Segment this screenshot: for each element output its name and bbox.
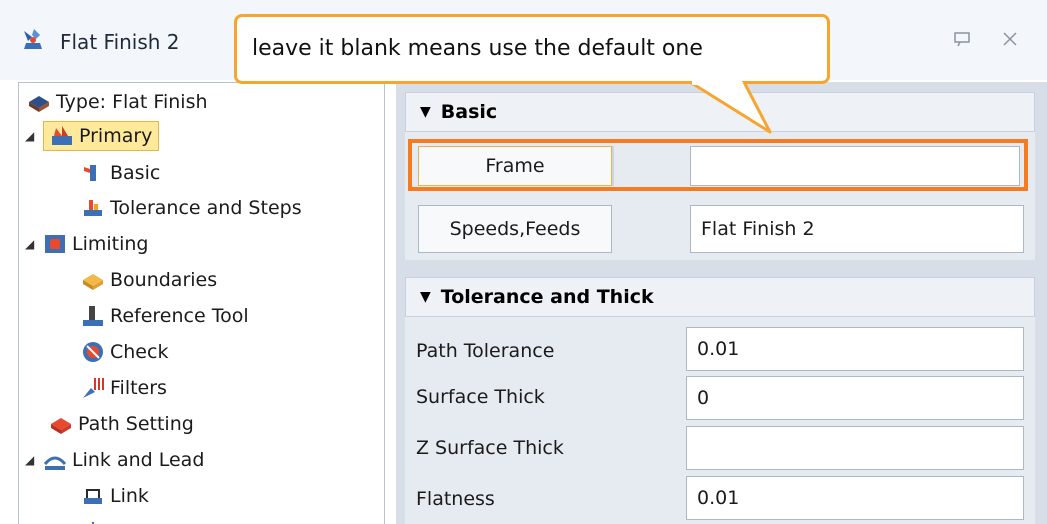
z-surface-thick-field[interactable] <box>686 426 1024 470</box>
tree-item-limiting[interactable]: ◢ Limiting <box>25 227 148 261</box>
tree-item-label: Link <box>110 485 149 507</box>
filters-icon <box>81 376 105 400</box>
tree-item-basic[interactable]: Basic <box>81 156 160 190</box>
tree-item-reference-tool[interactable]: Reference Tool <box>81 299 249 333</box>
z-surface-thick-label: Z Surface Thick <box>416 437 564 459</box>
path-tolerance-label: Path Tolerance <box>416 340 555 362</box>
flatness-label: Flatness <box>416 488 495 510</box>
tree-item-path-setting[interactable]: Path Setting <box>49 407 194 441</box>
operation-tree: Type: Flat Finish ◢ Primary Basic Tolera… <box>18 82 385 524</box>
tree-item-check[interactable]: Check <box>81 335 168 369</box>
section-title: Basic <box>440 101 498 123</box>
surface-thick-field[interactable]: 0 <box>686 376 1024 420</box>
tree-item-link[interactable]: Link <box>81 479 149 513</box>
tree-item-label: Path Setting <box>78 413 194 435</box>
flatness-value: 0.01 <box>697 487 740 509</box>
primary-icon <box>50 124 74 148</box>
boundaries-icon <box>81 268 105 292</box>
tree-item-label: Primary <box>79 125 153 147</box>
speeds-feeds-field[interactable]: Flat Finish 2 <box>690 205 1024 253</box>
tree-item-label: Basic <box>110 162 161 184</box>
collapse-icon[interactable]: ◢ <box>25 129 39 143</box>
type-icon <box>27 90 51 114</box>
limiting-icon <box>43 232 67 256</box>
tree-item-filters[interactable]: Filters <box>81 371 167 405</box>
speeds-feeds-value: Flat Finish 2 <box>701 218 815 240</box>
callout-text: leave it blank means use the default one <box>252 36 703 61</box>
link-lead-icon <box>43 448 67 472</box>
window-title: Flat Finish 2 <box>60 30 180 54</box>
speeds-feeds-label: Speeds,Feeds <box>449 218 581 240</box>
surface-thick-value: 0 <box>697 387 710 409</box>
section-title: Tolerance and Thick <box>440 286 654 308</box>
basic-icon <box>81 161 105 185</box>
collapse-icon[interactable]: ◢ <box>25 453 39 467</box>
path-tolerance-field[interactable]: 0.01 <box>686 327 1024 371</box>
path-setting-icon <box>49 412 73 436</box>
speeds-feeds-button[interactable]: Speeds,Feeds <box>418 205 612 253</box>
tree-item-link-lead[interactable]: ◢ Link and Lead <box>25 443 204 477</box>
tree-item-boundaries[interactable]: Boundaries <box>81 263 217 297</box>
tree-item-label: Link and Lead <box>72 449 205 471</box>
tree-item-tolerance-steps[interactable]: Tolerance and Steps <box>81 191 302 225</box>
section-basic-header[interactable]: ▼ Basic <box>405 92 1035 132</box>
tree-item-primary[interactable]: ◢ Primary <box>25 119 160 153</box>
tree-item-label: Boundaries <box>110 269 218 291</box>
collapse-icon[interactable]: ◢ <box>25 237 39 251</box>
collapse-triangle-icon: ▼ <box>420 289 431 305</box>
tree-item-label: Reference Tool <box>110 305 249 327</box>
tolerance-steps-icon <box>81 196 105 220</box>
tree-item-label: Type: Flat Finish <box>56 91 208 113</box>
check-icon <box>81 340 105 364</box>
pin-icon[interactable] <box>952 30 972 48</box>
tree-item-label: Check <box>110 341 169 363</box>
collapse-triangle-icon: ▼ <box>420 104 431 120</box>
reference-tool-icon <box>81 304 105 328</box>
tree-item-type[interactable]: Type: Flat Finish <box>27 85 208 119</box>
link-icon <box>81 484 105 508</box>
tree-item-label: Limiting <box>72 233 149 255</box>
tree-item-partial <box>81 515 110 524</box>
lead-icon <box>81 520 105 524</box>
flatness-field[interactable]: 0.01 <box>686 476 1024 520</box>
path-tolerance-value: 0.01 <box>697 338 740 360</box>
section-tolerance-header[interactable]: ▼ Tolerance and Thick <box>405 277 1035 317</box>
close-icon[interactable] <box>1000 30 1020 48</box>
flat-finish-icon <box>24 29 42 49</box>
selected-node[interactable]: Primary <box>43 121 160 151</box>
tree-item-label: Filters <box>110 377 167 399</box>
surface-thick-label: Surface Thick <box>416 386 545 408</box>
frame-highlight <box>408 139 1028 191</box>
tree-item-label: Tolerance and Steps <box>110 197 302 219</box>
